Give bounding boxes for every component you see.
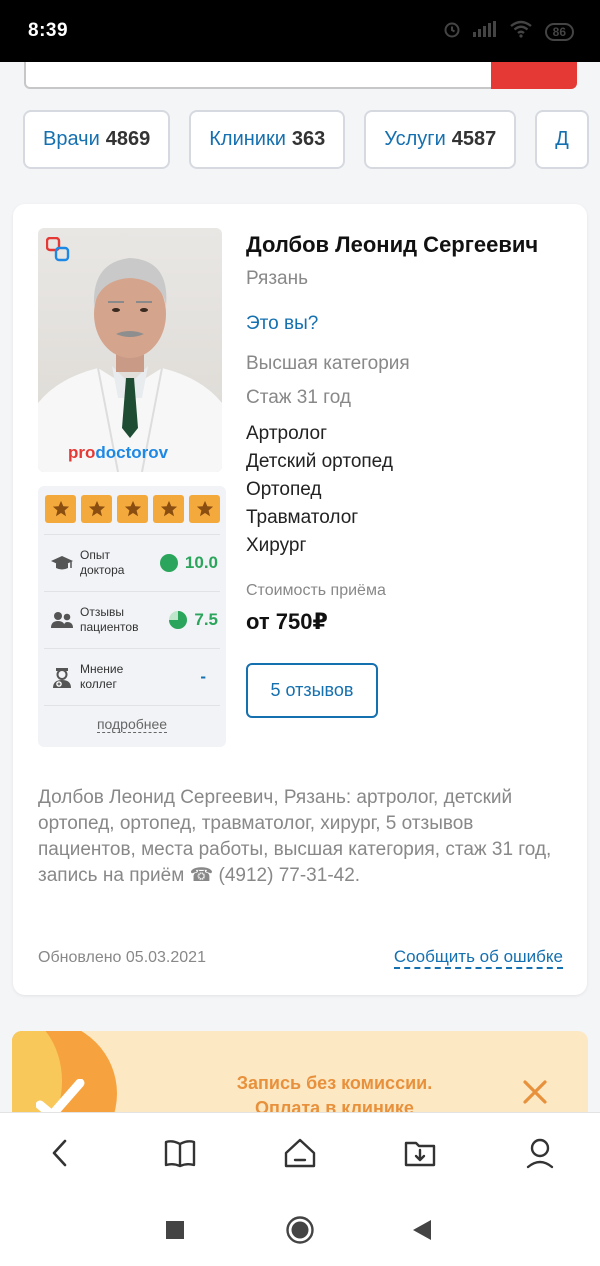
back-button[interactable] [40,1133,80,1173]
star-rating [45,495,220,523]
reviews-button[interactable]: 5 отзывов [246,663,378,718]
price-label: Стоимость приёма [246,582,386,599]
rating-box: Опыт доктора 10.0 Отзывы пациентов 7.5 Мне… [38,486,226,747]
bookmarks-button[interactable] [160,1133,200,1173]
tab-label: Услуги [384,128,446,150]
specialty-item[interactable]: Артролог [246,420,393,448]
rating-label-line2: доктора [80,562,125,577]
promo-text: Запись без комиссии. Оплата в клинике [202,1071,467,1113]
search-input[interactable] [24,62,494,89]
users-icon [44,610,80,630]
tab-clinics[interactable]: Клиники 363 [189,110,346,169]
doctor-photo[interactable]: prodoctorov [38,228,222,472]
search-button[interactable] [491,62,577,89]
rating-divider [44,705,220,706]
report-error-link[interactable]: Сообщить об ошибке [393,947,563,969]
downloads-button[interactable] [400,1133,440,1173]
specialty-item[interactable]: Хирург [246,532,393,560]
doctor-city: Рязань [246,268,309,289]
tab-label: Д [555,128,569,150]
brand-doctorov: doctorov [95,443,169,462]
promo-line1: Запись без комиссии. [236,1073,433,1093]
rating-score: - [200,666,206,686]
graduation-cap-icon [44,553,80,573]
brand-pro: pro [68,443,96,462]
doctor-icon [44,665,80,689]
tab-more[interactable]: Д [535,110,589,169]
more-details-label: подробнее [96,716,168,733]
specialties-list: Артролог Детский ортопед Ортопед Травмат… [246,420,393,560]
doctor-name: Долбов Леонид Сергеевич [246,232,539,257]
rating-experience[interactable]: Опыт доктора 10.0 [44,534,220,590]
home-icon [286,1216,314,1244]
status-bar: 8:39 86 [0,0,600,62]
rating-label-line1: Отзывы [80,604,124,619]
alarm-icon [443,20,461,43]
downloads-icon [404,1141,436,1167]
back-icon [52,1139,67,1167]
signal-icon [472,21,497,42]
tab-services[interactable]: Услуги 4587 [364,110,517,169]
score-circle-icon [159,553,178,572]
star-icon [189,495,220,523]
tab-label: Клиники [209,128,286,150]
tab-label: Врачи [43,128,100,150]
recent-apps-button[interactable] [159,1214,191,1246]
rating-label-line2: коллег [80,676,117,691]
profile-icon [526,1138,554,1169]
specialty-item[interactable]: Детский ортопед [246,448,393,476]
is-you-link[interactable]: Это вы? [246,313,318,335]
bookmarks-icon [164,1140,196,1168]
score-pie-icon [169,610,188,629]
star-icon [153,495,184,523]
star-icon [45,495,76,523]
tab-doctors[interactable]: Врачи 4869 [23,110,171,169]
more-details-link[interactable]: подробнее [38,716,226,733]
wifi-icon [509,20,533,43]
rating-score: 7.5 [194,609,218,629]
tab-count: 4869 [105,128,151,150]
system-back-button[interactable] [406,1214,438,1246]
doctor-experience: Стаж 31 год [246,387,351,408]
system-nav-bar [0,1194,600,1266]
photo-brand: prodoctorov [68,443,168,463]
rating-label-line1: Мнение [80,661,124,676]
rating-label-line1: Опыт [80,547,110,562]
price-value: от 750₽ [246,609,328,634]
home-button[interactable] [280,1133,320,1173]
back-icon [413,1220,431,1240]
tab-count: 4587 [451,128,497,150]
updated-date: Обновлено 05.03.2021 [38,949,206,966]
star-icon [117,495,148,523]
recent-apps-icon [166,1221,184,1239]
rating-score: 10.0 [184,552,218,572]
home-icon [284,1138,316,1168]
category-tabs: Врачи 4869 Клиники 363 Услуги 4587 Д [23,110,589,169]
doctor-category: Высшая категория [246,353,410,374]
profile-button[interactable] [520,1133,560,1173]
promo-line2: Оплата в клинике [255,1098,414,1113]
prodoctorov-logo-icon [45,236,70,268]
specialty-item[interactable]: Травматолог [246,504,393,532]
specialty-item[interactable]: Ортопед [246,476,393,504]
search-bar [0,62,600,96]
system-home-button[interactable] [284,1214,316,1246]
rating-label-line2: пациентов [80,619,139,634]
browser-toolbar [0,1112,600,1194]
tab-count: 363 [291,128,326,150]
close-icon[interactable] [522,1079,548,1110]
promo-banner[interactable]: Запись без комиссии. Оплата в клинике [12,1031,588,1113]
status-icons: 86 [443,20,574,43]
rating-reviews[interactable]: Отзывы пациентов 7.5 [44,591,220,647]
star-icon [81,495,112,523]
rating-colleagues[interactable]: Мнение коллег - [44,648,220,704]
doctor-card: prodoctorov Опыт доктора 10.0 Отзывы пацие… [13,204,587,995]
status-time: 8:39 [28,20,69,41]
battery-icon: 86 [544,22,574,41]
check-icon [35,1078,86,1113]
doctor-description: Долбов Леонид Сергеевич, Рязань: артроло… [38,787,552,886]
